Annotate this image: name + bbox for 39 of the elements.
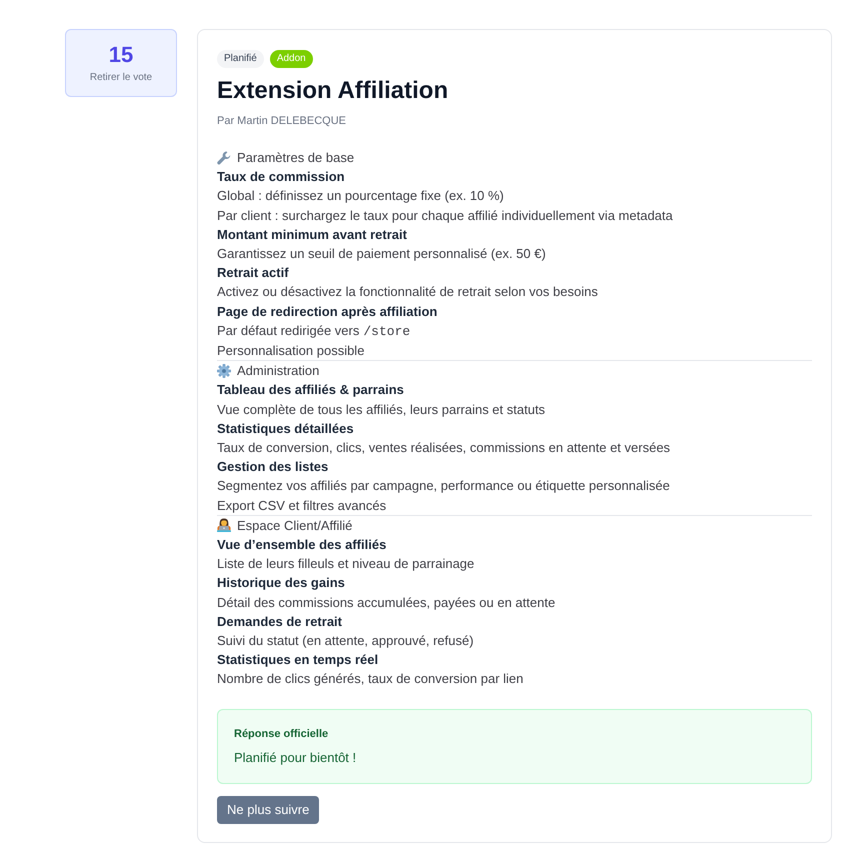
feature-label: Statistiques détaillées [217,420,355,438]
feature-description: Global : définissez un pourcentage fixe (ex. 10 %) [217,187,505,206]
feature-label: Montant minimum avant retrait [217,226,408,244]
author-text: Par Martin DELEBECQUE [217,114,347,129]
feature-description: Personnalisation possible [217,342,366,360]
feature-description: Vue complète de tous les affiliés, leurs parrains et statuts [217,400,546,419]
feature-label: Gestion des listes [217,458,330,476]
official-response-text: Planifié pour bientôt ! [234,748,358,767]
person-at-laptop-icon [217,518,231,532]
gear-icon [217,364,231,378]
feature-label: Taux de commission [217,168,346,186]
section-heading: Espace Client/Affilié [237,516,352,535]
official-response-label: Réponse officielle [234,726,330,742]
section-heading: Paramètres de base [237,149,354,167]
feature-description: Segmentez vos affiliés par campagne, performance ou étiquette personnalisée [217,477,671,496]
feature-description: Détail des commissions accumulées, payées ou en attente [217,594,556,612]
feature-label: Vue d’ensemble des affiliés [217,536,388,554]
feature-label: Demandes de retrait [217,612,343,631]
feature-description: Garantissez un seuil de paiement personnalisé (ex. 50 €) [217,245,547,263]
feature-description: Nombre de clics générés, taux de conversion par lien [217,670,524,688]
feature-label: Page de redirection après affiliation [217,302,438,321]
wrench-icon [217,150,231,165]
feature-label: Retrait actif [217,264,290,282]
feature-description: Par client : surchargez le taux pour chaque affilié individuellement via metadata [217,206,674,225]
feature-description: Taux de conversion, clics, ventes réalisées, commissions en attente et versées [217,439,672,458]
feature-description: Liste de leurs filleuls et niveau de parrainage [217,555,476,574]
feature-description: Suivi du statut (en attente, approuvé, refusé) [217,632,475,650]
category-tag: Addon [270,50,313,68]
post-title: Extension Affiliation [217,76,450,106]
unfollow-button[interactable]: Ne plus suivre [217,796,320,824]
feature-label: Tableau des affiliés & parrains [217,381,405,400]
vote-button[interactable]: 15 Retirer le vote [65,29,177,97]
status-tag: Planifié [217,50,264,68]
feature-description: Par défaut redirigée vers /store [217,322,412,341]
section-heading: Administration [237,362,320,380]
feature-description: Activez ou désactivez la fonctionnalité de retrait selon vos besoins [217,283,599,302]
feature-label: Statistiques en temps réel [217,651,380,670]
feature-description: Export CSV et filtres avancés [217,496,388,515]
feature-label: Historique des gains [217,574,346,592]
